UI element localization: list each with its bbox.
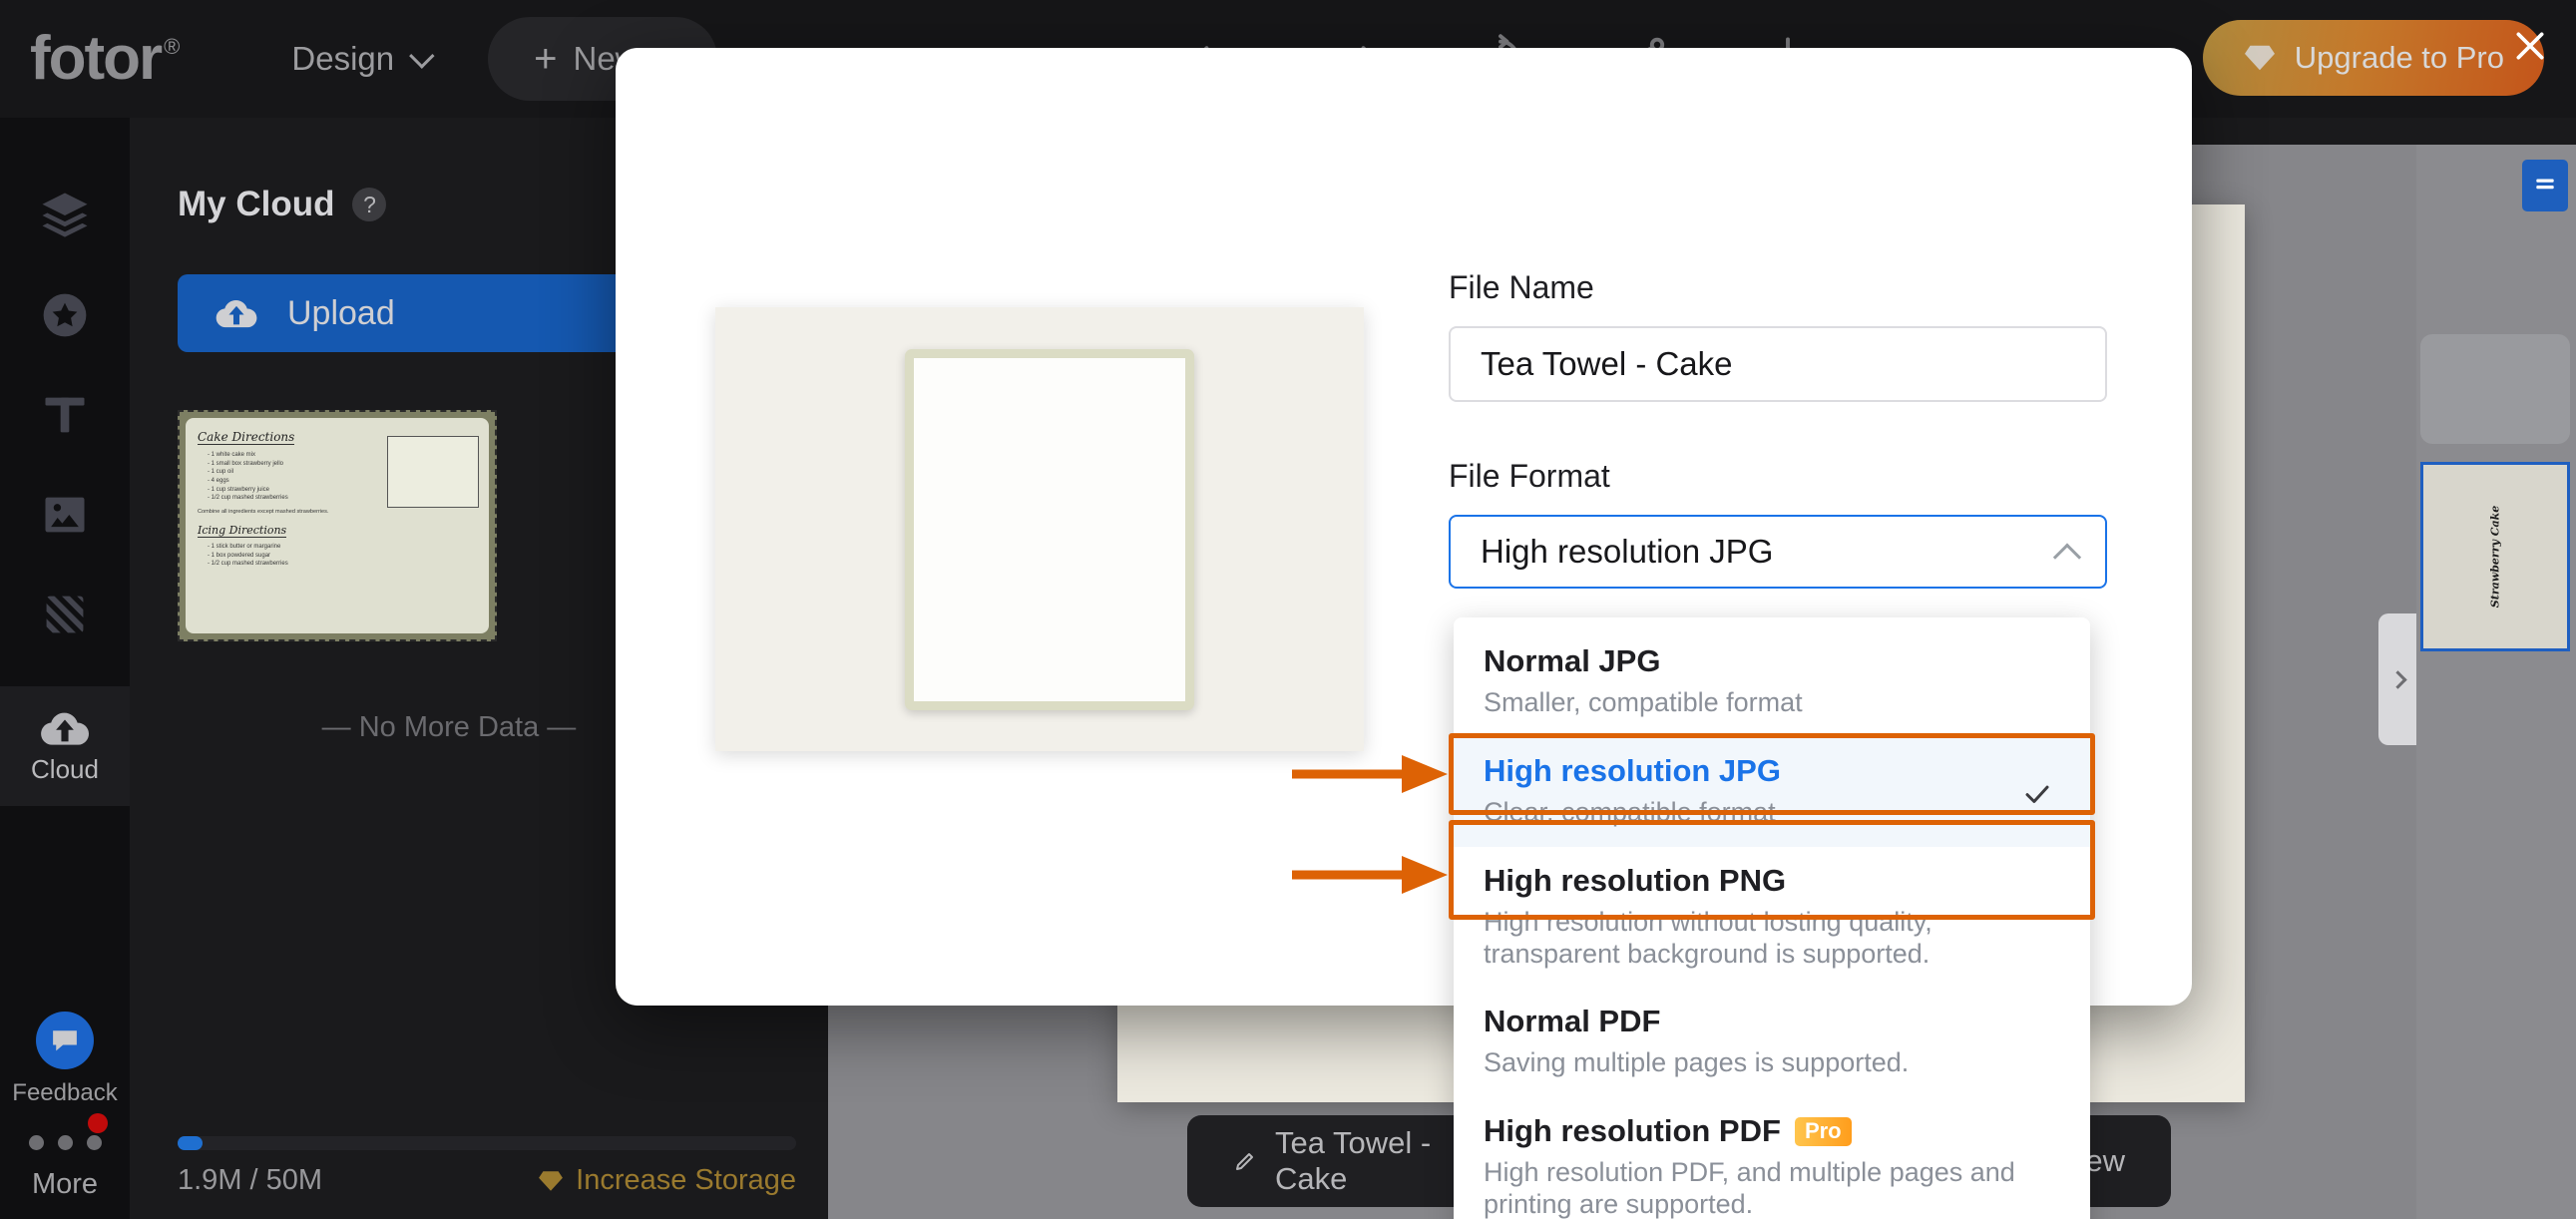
dropdown-option-0[interactable]: Normal JPG Smaller, compatible format (1454, 627, 2090, 737)
annotation-arrow-jpg (1292, 755, 1448, 793)
dropdown-option-2[interactable]: High resolution PNG High resolution witho… (1454, 847, 2090, 989)
dropdown-option-title: Normal PDF (1484, 1004, 2060, 1039)
dropdown-option-4[interactable]: High resolution PDF Pro High resolution PD… (1454, 1097, 2090, 1219)
export-preview-image: Strawberry Cake (715, 307, 1364, 751)
dropdown-option-label: Normal PDF (1484, 1004, 1661, 1039)
file-format-dropdown: Normal JPG Smaller, compatible format High… (1454, 617, 2090, 1219)
dropdown-option-description: Smaller, compatible format (1484, 687, 1803, 717)
file-format-label: File Format (1449, 458, 1610, 494)
dropdown-option-description: Saving multiple pages is supported. (1484, 1047, 1910, 1078)
dropdown-option-title: High resolution PDF Pro (1484, 1113, 2060, 1149)
file-format-select[interactable]: High resolution JPG (1449, 515, 2107, 589)
pro-badge: Pro (1794, 1116, 1852, 1146)
dropdown-option-description: High resolution PDF, and multiple pages … (1484, 1157, 2015, 1219)
export-form: File Name Tea Towel - Cake File Format H… (1449, 269, 2107, 589)
dropdown-option-label: High resolution PNG (1484, 862, 1787, 898)
close-icon (2516, 32, 2544, 60)
dropdown-option-title: High resolution JPG (1484, 753, 2060, 789)
dropdown-option-title: High resolution PNG (1484, 863, 2060, 899)
file-name-label: File Name (1449, 269, 1594, 305)
dropdown-option-description: High resolution without losting quality,… (1484, 906, 1932, 969)
file-name-input[interactable]: Tea Towel - Cake (1449, 326, 2107, 402)
dropdown-option-1[interactable]: High resolution JPG Clear, compatible for… (1454, 736, 2090, 847)
dropdown-option-label: High resolution PDF (1484, 1113, 1781, 1149)
file-format-value: High resolution JPG (1481, 533, 1774, 570)
dropdown-option-3[interactable]: Normal PDF Saving multiple pages is suppo… (1454, 988, 2090, 1097)
app-root: fotor ® Design + New Upgrade to Pro Clou… (0, 0, 2576, 1219)
file-name-value: Tea Towel - Cake (1481, 345, 1733, 382)
preview-recipe-card (905, 349, 1194, 710)
dropdown-option-description: Clear, compatible format (1484, 796, 1776, 827)
close-button[interactable] (2504, 20, 2556, 72)
dropdown-option-label: High resolution JPG (1484, 752, 1781, 788)
annotation-arrow-png (1292, 856, 1448, 894)
dropdown-option-title: Normal JPG (1484, 643, 2060, 679)
check-icon (2025, 785, 2049, 803)
dropdown-option-label: Normal JPG (1484, 643, 1661, 678)
chevron-up-icon (2052, 543, 2082, 572)
